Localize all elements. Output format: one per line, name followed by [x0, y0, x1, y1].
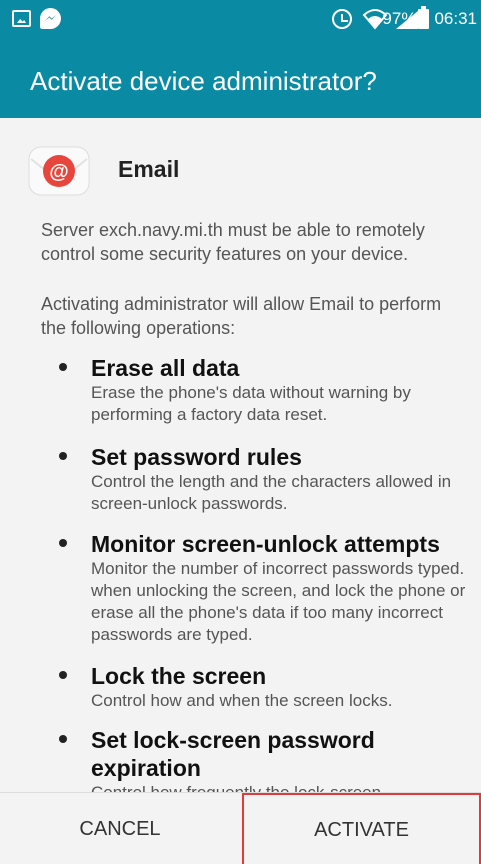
intro-description: Activating administrator will allow Emai…	[41, 294, 442, 338]
battery-percent: 97%	[382, 9, 417, 28]
bullet	[59, 671, 67, 679]
operation-item: Erase all data Erase the phone's data wi…	[59, 354, 469, 426]
operation-title: Set password rules	[91, 444, 302, 470]
bullet	[59, 452, 67, 460]
bullet	[59, 363, 67, 371]
activate-button[interactable]: ACTIVATE	[242, 793, 481, 864]
dialog-content[interactable]: @ Email Server exch.navy.mi.th must be a…	[0, 118, 481, 792]
clock: 06:31	[434, 9, 477, 28]
status-bar: 97% 06:31	[0, 0, 481, 38]
app-name: Email	[118, 156, 180, 182]
gallery-icon	[12, 10, 31, 27]
operation-title: Lock the screen	[91, 663, 267, 689]
operation-item: Set lock-screen password expiration Cont…	[59, 726, 469, 792]
battery-icon	[418, 6, 430, 29]
email-app-icon: @	[28, 146, 90, 196]
bullet	[59, 735, 67, 743]
cancel-button[interactable]: CANCEL	[0, 793, 240, 864]
operation-description: Control how frequently the lock-screen	[91, 782, 469, 792]
operation-item: Monitor screen-unlock attempts Monitor t…	[59, 530, 469, 646]
operation-title: Monitor screen-unlock attempts	[91, 531, 440, 557]
operation-description: Erase the phone's data without warning b…	[91, 383, 411, 424]
bullet	[59, 539, 67, 547]
dialog-title: Activate device administrator?	[30, 66, 377, 96]
operation-title: Set lock-screen password expiration	[91, 727, 375, 781]
operation-item: Lock the screen Control how and when the…	[59, 662, 469, 712]
alarm-icon	[332, 9, 352, 29]
operation-item: Set password rules Control the length an…	[59, 443, 469, 515]
dialog-button-bar: CANCEL ACTIVATE	[0, 792, 481, 864]
operation-title: Erase all data	[91, 355, 240, 381]
svg-text:@: @	[49, 161, 69, 183]
dialog-title-bar: Activate device administrator?	[0, 38, 481, 118]
server-description: Server exch.navy.mi.th must be able to r…	[41, 220, 425, 264]
operation-description: Control the length and the characters al…	[91, 472, 452, 513]
messenger-icon	[40, 8, 61, 29]
operation-description: Monitor the number of incorrect password…	[91, 559, 466, 644]
operation-description: Control how and when the screen locks.	[91, 691, 393, 710]
